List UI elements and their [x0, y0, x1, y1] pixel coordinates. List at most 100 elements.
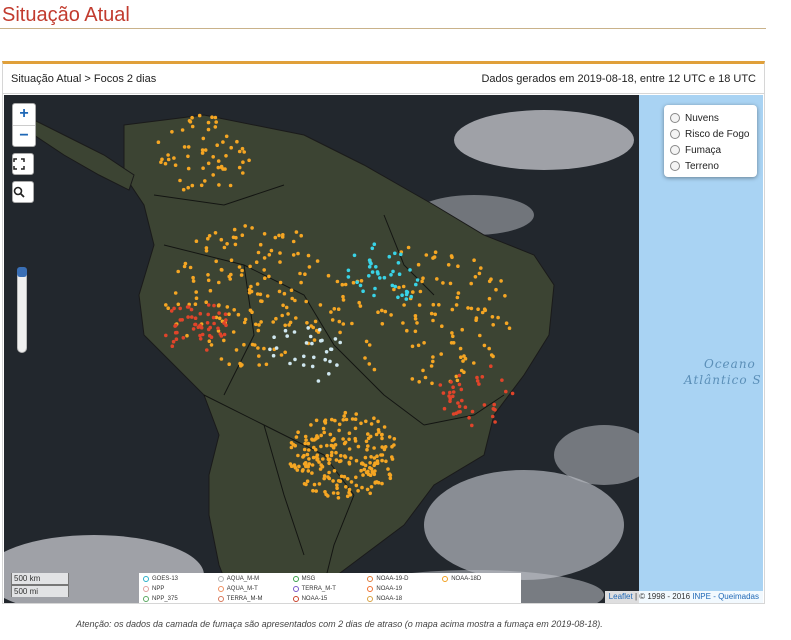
fire-point	[373, 469, 377, 473]
fire-point	[421, 276, 425, 280]
fire-point	[190, 183, 195, 188]
fire-point	[368, 491, 373, 496]
fire-point	[193, 322, 198, 327]
fire-point	[416, 343, 421, 348]
fullscreen-button[interactable]	[12, 153, 34, 175]
fire-point	[376, 419, 380, 424]
fire-point	[229, 145, 233, 150]
fire-point	[338, 340, 343, 345]
fire-point	[469, 281, 474, 286]
fire-point	[510, 391, 515, 396]
fire-point	[225, 242, 229, 246]
fire-point	[204, 300, 208, 304]
fire-point	[307, 265, 312, 269]
fire-point	[380, 436, 384, 441]
legend-label: TERRA_M-T	[301, 586, 336, 592]
fire-point	[359, 279, 364, 283]
fire-point	[341, 322, 346, 326]
legend-item: NOAA-15	[292, 594, 368, 603]
fire-point	[353, 436, 358, 441]
radio-icon[interactable]	[670, 145, 680, 155]
fire-point	[323, 357, 328, 362]
fire-point	[431, 359, 435, 364]
fire-map[interactable]: Oceano Atlântico S + − Nuvens Risco de F…	[4, 95, 763, 603]
breadcrumb: Situação Atual > Focos 2 dias	[11, 73, 157, 85]
fire-point	[482, 403, 487, 407]
radio-icon[interactable]	[670, 129, 680, 139]
fire-point	[278, 260, 282, 264]
fire-point	[186, 305, 191, 309]
fire-point	[483, 308, 488, 313]
fire-point	[241, 171, 245, 175]
fire-point	[354, 475, 358, 480]
fire-point	[281, 233, 285, 237]
fire-point	[325, 453, 330, 458]
fire-point	[289, 288, 294, 292]
fire-point	[191, 275, 195, 280]
fire-point	[206, 278, 211, 283]
fire-point	[467, 416, 471, 420]
fire-point	[380, 481, 384, 486]
layer-label: Risco de Fogo	[685, 128, 750, 140]
fire-point	[321, 426, 326, 431]
fire-point	[303, 461, 308, 465]
fire-point	[415, 278, 420, 282]
fire-point	[352, 253, 357, 258]
layer-option-fumaca[interactable]: Fumaça	[670, 142, 751, 158]
fire-point	[413, 329, 418, 334]
fire-point	[329, 347, 334, 352]
fire-point	[455, 378, 460, 383]
fire-point	[248, 264, 252, 269]
fire-point	[430, 381, 434, 386]
fire-point	[449, 380, 453, 384]
fire-point	[185, 333, 189, 338]
fire-point	[235, 139, 239, 144]
legend-label: NOAA-18D	[451, 576, 482, 582]
fire-point	[203, 179, 207, 183]
fire-point	[369, 467, 374, 471]
map-scale: 500 km 500 mi	[11, 573, 69, 597]
fire-point	[223, 312, 228, 316]
fire-point	[312, 355, 316, 360]
fire-point	[499, 279, 503, 283]
fire-point	[326, 494, 330, 498]
legend-marker-icon	[442, 576, 449, 582]
zoom-in-button[interactable]: +	[13, 104, 35, 125]
layer-option-risco-de-fogo[interactable]: Risco de Fogo	[670, 126, 751, 142]
fire-point	[364, 339, 369, 344]
fire-point	[439, 352, 444, 356]
fire-point	[186, 145, 191, 149]
search-button[interactable]	[12, 181, 34, 203]
fire-point	[315, 458, 319, 462]
fire-point	[197, 113, 202, 118]
fire-point	[364, 419, 368, 424]
fire-point	[344, 485, 348, 489]
leaflet-link[interactable]: Leaflet	[609, 592, 633, 601]
layer-option-nuvens[interactable]: Nuvens	[670, 110, 751, 126]
fire-point	[482, 343, 487, 348]
fire-point	[253, 322, 258, 327]
fire-point	[358, 304, 363, 308]
fire-point	[312, 338, 317, 342]
fire-point	[369, 422, 374, 426]
zoom-slider[interactable]	[17, 267, 27, 353]
radio-icon[interactable]	[670, 113, 680, 123]
fire-point	[487, 346, 492, 351]
fire-point	[347, 487, 352, 492]
layer-option-terreno[interactable]: Terreno	[670, 158, 751, 174]
fire-point	[372, 293, 376, 298]
radio-icon[interactable]	[670, 161, 680, 171]
fire-point	[212, 303, 216, 308]
fire-point	[173, 291, 178, 295]
fire-point	[375, 270, 380, 274]
legend-item: TERRA_M-M	[217, 594, 293, 603]
fire-point	[324, 350, 329, 354]
zoom-slider-handle[interactable]	[17, 267, 27, 277]
fire-point	[326, 475, 330, 479]
inpe-link[interactable]: INPE - Queimadas	[692, 592, 759, 601]
fire-point	[222, 245, 227, 250]
fire-point	[296, 453, 300, 458]
legend-item: MSG	[292, 574, 368, 584]
fire-point	[377, 430, 381, 434]
zoom-out-button[interactable]: −	[13, 125, 35, 146]
